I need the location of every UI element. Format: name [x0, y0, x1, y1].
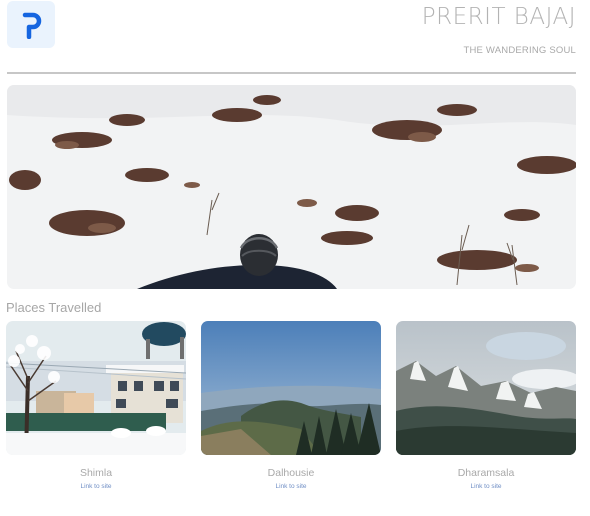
place-link[interactable]: Link to site	[6, 483, 186, 490]
hero-image	[7, 85, 576, 289]
mountain-valley-photo	[201, 321, 381, 455]
site-title: PRERIT BAJAJ	[421, 4, 576, 30]
place-card-dharamsala[interactable]: Dharamsala Link to site	[396, 321, 576, 490]
header-divider	[7, 72, 576, 74]
place-link[interactable]: Link to site	[201, 483, 381, 490]
places-heading: Places Travelled	[6, 300, 102, 315]
snowy-town-photo	[6, 321, 186, 455]
place-card-shimla[interactable]: Shimla Link to site	[6, 321, 186, 490]
place-name: Dharamsala	[457, 467, 515, 479]
site-logo[interactable]	[7, 1, 55, 48]
place-card-dalhousie[interactable]: Dalhousie Link to site	[201, 321, 381, 490]
p-logo-icon	[22, 12, 42, 39]
place-name: Dalhousie	[267, 467, 315, 479]
place-link[interactable]: Link to site	[396, 483, 576, 490]
snow-capped-range-photo	[396, 321, 576, 455]
site-subtitle: THE WANDERING SOUL	[463, 45, 576, 56]
place-name: Shimla	[79, 467, 113, 479]
